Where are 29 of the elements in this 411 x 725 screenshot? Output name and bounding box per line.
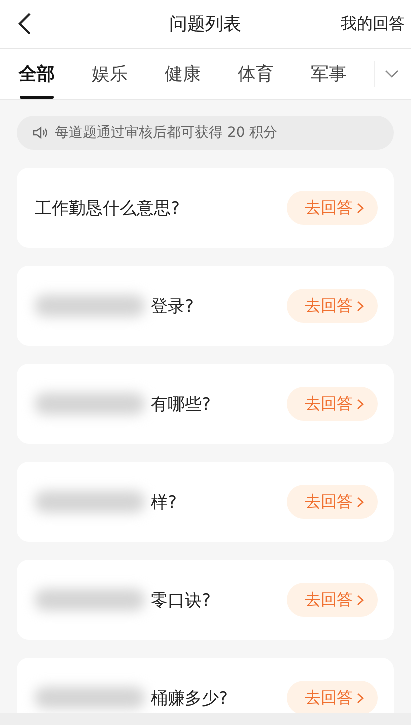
question-card[interactable]: 有哪些? 去回答 xyxy=(17,364,394,444)
category-tab[interactable]: 娱乐 xyxy=(85,49,135,99)
chevron-right-icon xyxy=(357,692,364,704)
category-tab[interactable]: 全部 xyxy=(12,49,62,99)
question-text: 有哪些? xyxy=(151,394,212,416)
my-answers-link[interactable]: 我的回答 xyxy=(341,14,405,34)
question-card[interactable]: 零口诀? 去回答 xyxy=(17,560,394,640)
chevron-right-icon xyxy=(357,496,364,508)
question-text: 零口诀? xyxy=(151,590,212,612)
question-card[interactable]: 登录? 去回答 xyxy=(17,266,394,346)
chevron-right-icon xyxy=(357,300,364,312)
category-tab[interactable]: 体育 xyxy=(231,49,281,99)
chevron-right-icon xyxy=(357,202,364,214)
chevron-right-icon xyxy=(357,594,364,606)
category-tab[interactable]: 军事 xyxy=(304,49,354,99)
question-card[interactable]: 桶赚多少? 去回答 xyxy=(17,658,394,713)
speaker-icon xyxy=(33,126,49,140)
category-tab[interactable]: 健康 xyxy=(158,49,208,99)
page-title: 问题列表 xyxy=(168,13,242,36)
chevron-right-icon xyxy=(357,398,364,410)
question-card[interactable]: 工作勤恳什么意思? 去回答 xyxy=(17,168,394,248)
question-text: 样? xyxy=(151,492,178,514)
question-text: 工作勤恳什么意思? xyxy=(35,198,180,220)
chevron-down-icon[interactable] xyxy=(385,70,399,78)
question-text: 登录? xyxy=(151,296,194,318)
back-icon[interactable] xyxy=(18,12,32,36)
notice-text: 每道题通过审核后都可获得 20 积分 xyxy=(55,124,278,142)
question-card[interactable]: 样? 去回答 xyxy=(17,462,394,542)
question-text: 桶赚多少? xyxy=(151,688,228,710)
